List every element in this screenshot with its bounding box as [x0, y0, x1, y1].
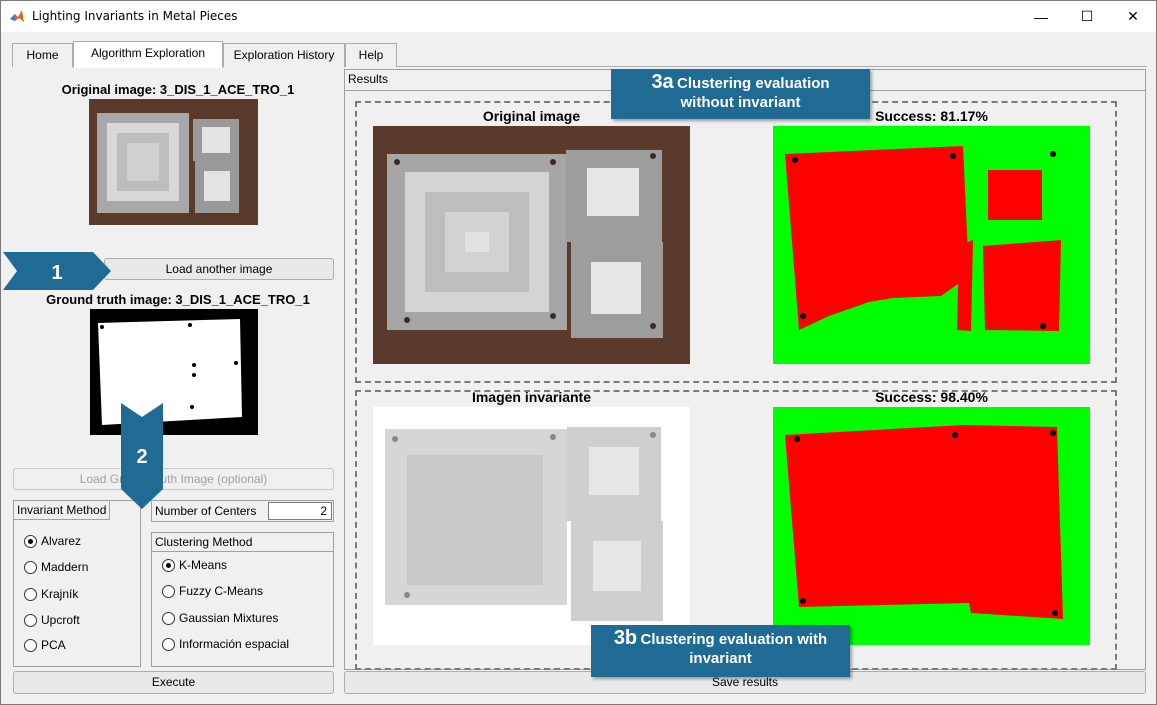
- segmentation-with-invariant: [773, 407, 1090, 645]
- callout-3a-text-2: without invariant: [680, 94, 801, 111]
- radio-selected-icon: [24, 534, 37, 548]
- ground-truth-thumbnail: [90, 309, 258, 435]
- radio-krajnik[interactable]: Krajník: [24, 587, 78, 601]
- invariant-image: [373, 407, 690, 645]
- ground-truth-title: Ground truth image: 3_DIS_1_ACE_TRO_1: [46, 292, 310, 307]
- callout-1-arrow: 1: [3, 252, 111, 290]
- radio-label: Maddern: [41, 560, 89, 574]
- callout-3b-text-2: invariant: [689, 650, 752, 667]
- original-image-title: Original image: 3_DIS_1_ACE_TRO_1: [61, 82, 295, 97]
- invariant-method-title: Invariant Method: [14, 501, 111, 520]
- tab-exploration-history[interactable]: Exploration History: [223, 43, 345, 67]
- results-area: Original image Success: 81.17% Imagen in…: [345, 90, 1145, 670]
- original-image-large: [373, 126, 690, 364]
- radio-icon: [162, 637, 175, 651]
- invariant-method-group: Invariant Method Alvarez Maddern Krajník…: [13, 500, 141, 667]
- callout-3b-text-1: Clustering evaluation with: [640, 631, 828, 648]
- radio-label: Upcroft: [41, 613, 80, 627]
- radio-upcroft[interactable]: Upcroft: [24, 613, 80, 627]
- segmentation-without-invariant: [773, 126, 1090, 364]
- close-button[interactable]: ✕: [1110, 1, 1156, 32]
- app-window: Lighting Invariants in Metal Pieces — ☐ …: [0, 0, 1157, 705]
- matlab-icon: [9, 8, 25, 24]
- maximize-button[interactable]: ☐: [1064, 1, 1110, 32]
- callout-3a-text-1: Clustering evaluation: [677, 75, 830, 92]
- radio-label: Krajník: [41, 587, 79, 601]
- original-image-thumbnail: [89, 99, 258, 225]
- callout-3b: 3b Clustering evaluation with invariant: [591, 625, 850, 677]
- radio-k-means[interactable]: K-Means: [162, 558, 227, 572]
- radio-label: Gaussian Mixtures: [179, 611, 279, 625]
- radio-label: Información espacial: [179, 637, 290, 651]
- tab-algorithm-exploration[interactable]: Algorithm Exploration: [73, 41, 223, 68]
- radio-icon: [24, 587, 37, 601]
- callout-2-arrow: 2: [121, 403, 163, 509]
- number-of-centers-input[interactable]: 2: [268, 502, 332, 520]
- window-title: Lighting Invariants in Metal Pieces: [32, 9, 238, 23]
- title-bar: Lighting Invariants in Metal Pieces — ☐ …: [1, 1, 1156, 32]
- tab-bar: Home Algorithm Exploration Exploration H…: [12, 41, 1147, 68]
- load-ground-truth-button[interactable]: Load Ground truth Image (optional): [13, 468, 334, 490]
- number-of-centers-group: Number of Centers 2: [151, 500, 334, 522]
- radio-pca[interactable]: PCA: [24, 638, 66, 652]
- clustering-method-group: Clustering Method K-Means Fuzzy C-Means …: [151, 532, 334, 667]
- radio-icon: [162, 611, 175, 625]
- clustering-method-title: Clustering Method: [152, 533, 333, 552]
- results-label: Results: [348, 72, 389, 86]
- minimize-button[interactable]: —: [1018, 1, 1064, 32]
- load-another-image-button[interactable]: Load another image: [104, 258, 334, 280]
- callout-1-number: 1: [51, 262, 62, 284]
- radio-maddern[interactable]: Maddern: [24, 560, 88, 574]
- radio-icon: [24, 560, 37, 574]
- radio-fuzzy-c-means[interactable]: Fuzzy C-Means: [162, 584, 263, 598]
- radio-gaussian-mixtures[interactable]: Gaussian Mixtures: [162, 611, 278, 625]
- radio-informacion-espacial[interactable]: Información espacial: [162, 637, 289, 651]
- success-bottom-title: Success: 98.40%: [875, 389, 988, 405]
- radio-icon: [24, 613, 37, 627]
- results-panel: Results Original image Success: 81.17% I…: [344, 69, 1146, 670]
- tab-help[interactable]: Help: [345, 43, 397, 67]
- radio-alvarez[interactable]: Alvarez: [24, 534, 81, 548]
- radio-label: Alvarez: [41, 534, 82, 548]
- invariant-image-title: Imagen invariante: [471, 389, 592, 405]
- number-of-centers-label: Number of Centers: [155, 504, 257, 518]
- radio-label: K-Means: [179, 558, 228, 572]
- radio-selected-icon: [162, 558, 175, 572]
- radio-icon: [162, 584, 175, 598]
- callout-3b-number: 3b: [613, 627, 638, 649]
- radio-label: PCA: [41, 638, 66, 652]
- radio-label: Fuzzy C-Means: [179, 584, 264, 598]
- radio-icon: [24, 638, 37, 652]
- callout-3a: 3a Clustering evaluation without invaria…: [611, 69, 870, 119]
- execute-button[interactable]: Execute: [13, 671, 334, 694]
- tab-home[interactable]: Home: [12, 43, 73, 67]
- callout-2-number: 2: [136, 446, 147, 468]
- callout-3a-number: 3a: [651, 71, 674, 93]
- left-panel: Original image: 3_DIS_1_ACE_TRO_1 Load a…: [12, 67, 344, 670]
